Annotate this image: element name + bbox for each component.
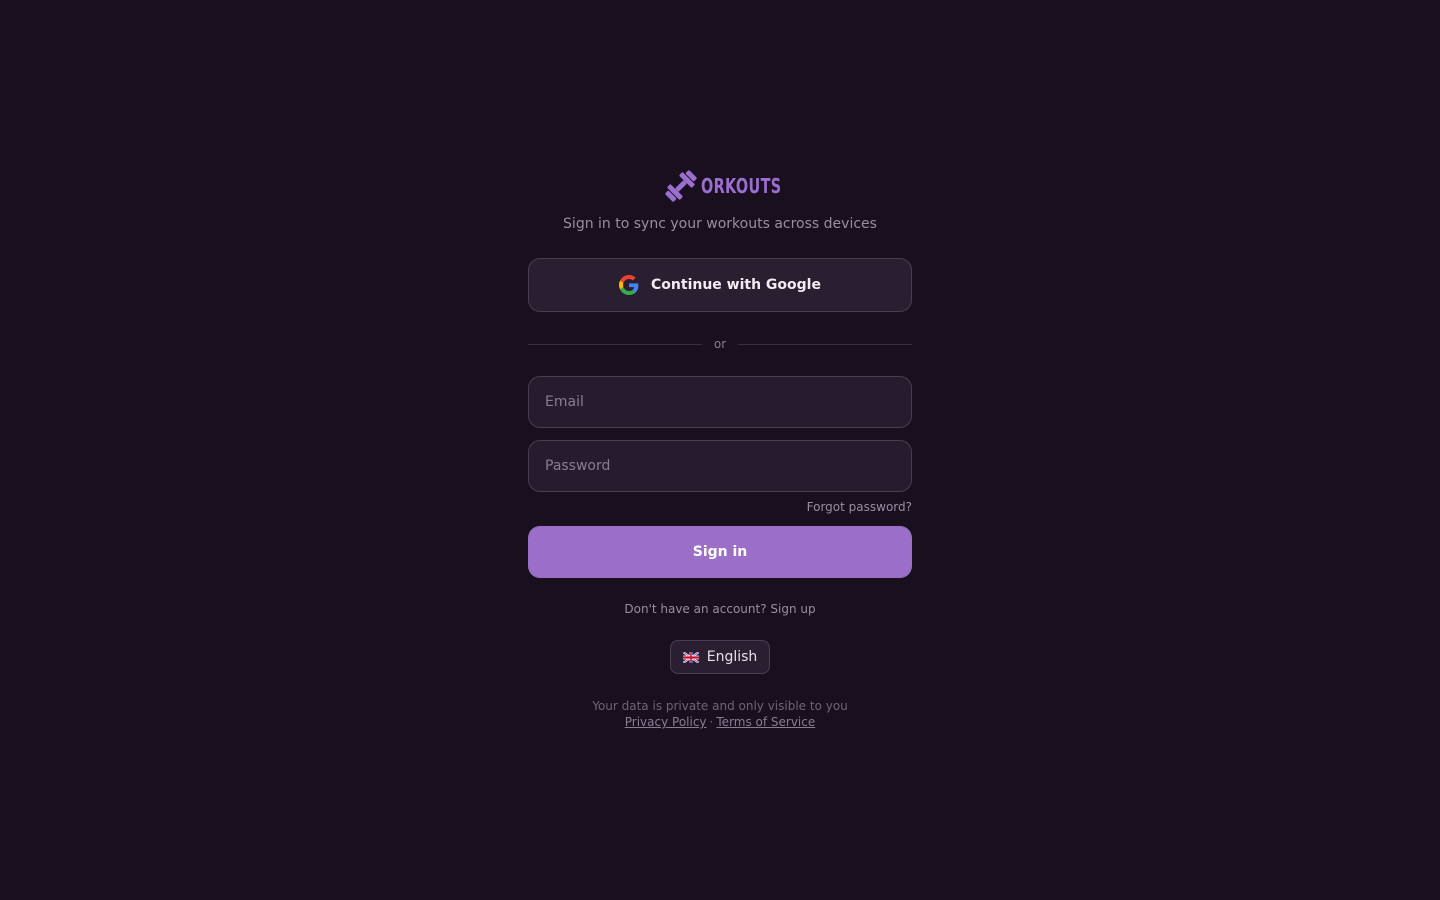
forgot-password-link[interactable]: Forgot password? (807, 500, 912, 514)
legal-separator: · (709, 715, 714, 729)
sign-in-button[interactable]: Sign in (528, 526, 912, 578)
divider-label: or (713, 337, 727, 351)
privacy-policy-link[interactable]: Privacy Policy (625, 715, 707, 729)
password-input[interactable] (528, 440, 912, 492)
brand-logo-text: ORKOUTS (701, 174, 782, 198)
login-card: ORKOUTS Sign in to sync your workouts ac… (528, 164, 912, 730)
google-button-label: Continue with Google (651, 277, 821, 293)
google-icon (619, 275, 639, 295)
login-page: ORKOUTS Sign in to sync your workouts ac… (0, 0, 1440, 900)
terms-of-service-link[interactable]: Terms of Service (716, 715, 815, 729)
uk-flag-icon (682, 651, 699, 663)
divider-line-right (738, 343, 912, 345)
language-label: English (706, 649, 758, 665)
continue-with-google-button[interactable]: Continue with Google (528, 258, 912, 312)
signup-prompt: Don't have an account? Sign up (624, 602, 815, 616)
divider-line-left (528, 343, 702, 345)
signup-prompt-text: Don't have an account? (624, 602, 767, 616)
legal-links: Privacy Policy · Terms of Service (625, 714, 816, 730)
language-selector[interactable]: English (669, 640, 771, 674)
forgot-password-row: Forgot password? (528, 500, 912, 514)
dumbbell-logo-icon (665, 170, 697, 202)
or-divider: or (528, 334, 912, 354)
email-input[interactable] (528, 376, 912, 428)
page-subtitle: Sign in to sync your workouts across dev… (563, 216, 877, 232)
privacy-note: Your data is private and only visible to… (592, 699, 848, 713)
sign-up-link[interactable]: Sign up (770, 602, 815, 616)
brand-logo: ORKOUTS (661, 164, 782, 208)
